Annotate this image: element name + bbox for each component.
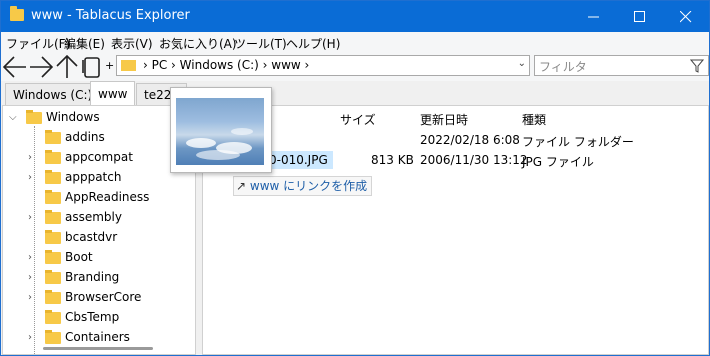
address-bar[interactable]: › PC › Windows (C:) › www › ⌄	[116, 55, 530, 76]
minimize-button[interactable]	[571, 1, 617, 32]
tree-item[interactable]: › Containers	[3, 328, 193, 348]
menu-help[interactable]: ヘルプ(H)	[286, 35, 340, 52]
menu-tools[interactable]: ツール(T)	[234, 35, 287, 52]
tree-item-label: bcastdvr	[65, 230, 118, 244]
column-header-type[interactable]: 種類	[522, 111, 546, 128]
folder-tree[interactable]: ⌵ Windows addins › appcompat › apppatch …	[2, 105, 196, 355]
tree-item-label: AppReadiness	[65, 190, 150, 204]
tree-item[interactable]: › appcompat	[3, 148, 193, 168]
tree-item-windows[interactable]: ⌵ Windows	[3, 108, 193, 128]
tree-item[interactable]: CbsTemp	[3, 308, 193, 328]
folder-icon	[45, 230, 61, 244]
shortcut-arrow-icon: ↗	[236, 179, 247, 193]
file-list[interactable]: サイズ 更新日時 種類 2022/02/18 6:08 ファイル フォルダー 0…	[202, 105, 709, 355]
row2-size[interactable]: 813 KB	[371, 153, 414, 167]
folder-icon	[45, 130, 61, 144]
address-folder-icon	[121, 60, 136, 71]
tree-item[interactable]: bcastdvr	[3, 228, 193, 248]
folder-icon	[45, 270, 61, 284]
row2-type[interactable]: JPG ファイル	[522, 153, 594, 170]
address-path[interactable]: › PC › Windows (C:) › www ›	[143, 58, 309, 72]
maximize-icon	[634, 11, 645, 22]
tree-item-label: apppatch	[65, 170, 122, 184]
drag-thumbnail-popup	[170, 87, 272, 173]
drag-hint-text: www にリンクを作成	[249, 179, 368, 193]
column-header-modified[interactable]: 更新日時	[420, 111, 468, 128]
tab-www[interactable]: www	[90, 81, 136, 105]
tree-item-label: appcompat	[65, 150, 133, 164]
folder-icon	[45, 290, 61, 304]
tree-item-label: Containers	[65, 330, 130, 344]
column-header-size[interactable]: サイズ	[340, 111, 376, 128]
app-folder-icon	[10, 6, 24, 21]
drag-link-tooltip: ↗ www にリンクを作成	[233, 176, 373, 196]
new-tab-icon[interactable]	[82, 55, 102, 79]
tree-item-label: BrowserCore	[65, 290, 142, 304]
filter-funnel-icon[interactable]	[690, 59, 704, 73]
chevron-right-icon[interactable]: ›	[28, 292, 32, 303]
filter-placeholder[interactable]: フィルタ	[539, 58, 587, 75]
chevron-right-icon[interactable]: ›	[28, 212, 32, 223]
arrow-up-icon[interactable]	[55, 55, 79, 79]
tab-bar: Windows (C:) www te221	[1, 81, 709, 105]
filter-box[interactable]: フィルタ	[534, 55, 709, 76]
row2-name[interactable]: 0-010.JPG	[269, 153, 328, 167]
chevron-right-icon[interactable]: ›	[28, 172, 32, 183]
arrow-left-icon[interactable]	[3, 55, 27, 79]
title-bar[interactable]: www - Tablacus Explorer	[1, 1, 709, 32]
chevron-down-icon[interactable]: ⌄	[518, 58, 526, 69]
folder-icon	[26, 110, 42, 124]
close-button[interactable]	[663, 1, 709, 32]
tree-item[interactable]: › BrowserCore	[3, 288, 193, 308]
tree-item-label: CbsTemp	[65, 310, 120, 324]
tree-item[interactable]: › apppatch	[3, 168, 193, 188]
row1-type[interactable]: ファイル フォルダー	[522, 133, 634, 150]
close-icon	[680, 11, 692, 23]
tab-windows-c[interactable]: Windows (C:)	[5, 83, 101, 105]
folder-icon	[45, 310, 61, 324]
tree-item[interactable]: › assembly	[3, 208, 193, 228]
row1-modified[interactable]: 2022/02/18 6:08	[420, 133, 520, 147]
arrow-right-icon[interactable]	[29, 55, 53, 79]
maximize-button[interactable]	[617, 1, 663, 32]
chevron-right-icon[interactable]: ›	[28, 272, 32, 283]
tree-item-label: Branding	[65, 270, 120, 284]
folder-icon	[45, 150, 61, 164]
folder-icon	[45, 190, 61, 204]
menu-view[interactable]: 表示(V)	[111, 35, 153, 52]
tree-horizontal-scrollbar[interactable]	[43, 347, 153, 350]
sky-thumbnail-image	[176, 98, 264, 165]
tree-item[interactable]: › Branding	[3, 268, 193, 288]
folder-icon	[45, 210, 61, 224]
tree-item-label: Windows	[46, 110, 100, 124]
chevron-down-icon[interactable]: ⌵	[9, 112, 17, 123]
row2-modified[interactable]: 2006/11/30 13:12	[420, 153, 528, 167]
menu-file[interactable]: ファイル(F)	[6, 35, 70, 52]
menu-edit[interactable]: 編集(E)	[64, 35, 105, 52]
plus-label[interactable]: +	[105, 59, 114, 72]
chevron-right-icon[interactable]: ›	[28, 152, 32, 163]
app-window: www - Tablacus Explorer ファイル(F) 編集(E) 表示…	[0, 0, 710, 356]
chevron-right-icon[interactable]: ›	[28, 252, 32, 263]
tree-item[interactable]: addins	[3, 128, 193, 148]
tree-item-label: Boot	[65, 250, 93, 264]
window-title: www - Tablacus Explorer	[31, 8, 190, 23]
tree-item-label: addins	[65, 130, 105, 144]
folder-icon	[45, 330, 61, 344]
tree-item[interactable]: › Boot	[3, 248, 193, 268]
tree-item[interactable]: AppReadiness	[3, 188, 193, 208]
chevron-right-icon[interactable]: ›	[28, 332, 32, 343]
toolbar: + › PC › Windows (C:) › www › ⌄ フィルタ	[1, 53, 709, 81]
folder-icon	[45, 170, 61, 184]
menu-bar: ファイル(F) 編集(E) 表示(V) お気に入り(A) ツール(T) ヘルプ(…	[1, 32, 709, 53]
tree-item-label: assembly	[65, 210, 122, 224]
folder-icon	[45, 250, 61, 264]
minimize-icon	[588, 16, 599, 18]
menu-favorites[interactable]: お気に入り(A)	[159, 35, 237, 52]
